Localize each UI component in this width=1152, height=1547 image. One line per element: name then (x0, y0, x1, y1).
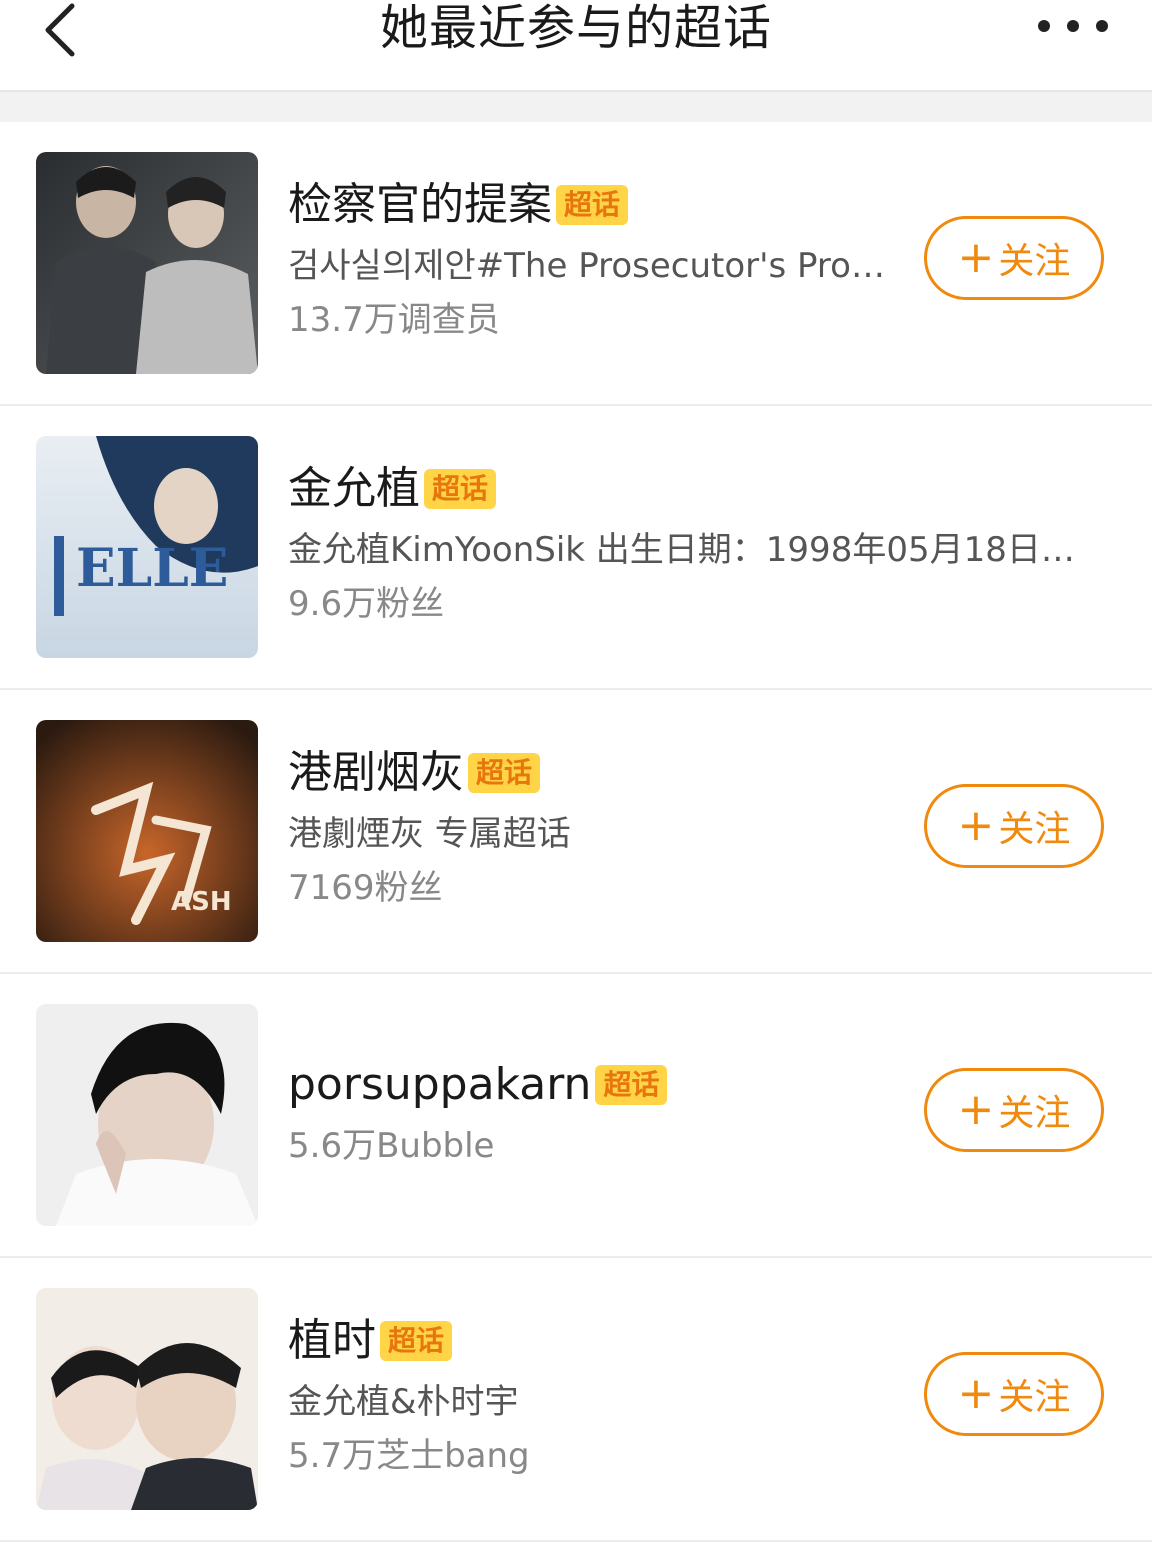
super-topic-badge: 超话 (556, 185, 629, 225)
more-horizontal-icon (1038, 20, 1050, 32)
topic-description: 金允植&朴时宇 (288, 1382, 519, 1422)
avatar-thumbnail (36, 1004, 258, 1226)
plus-icon: + (957, 1084, 995, 1135)
svg-text:ASH: ASH (171, 887, 232, 917)
page-title: 她最近参与的超话 (379, 0, 772, 56)
topic-cover-image: ELLE (36, 436, 258, 658)
member-count: 9.6万粉丝 (288, 584, 445, 624)
more-button[interactable] (1038, 14, 1108, 38)
list-item[interactable]: porsuppakarn 超话 5.6万Bubble + 关注 (0, 974, 1152, 1258)
topic-info: 植时 超话 金允植&朴时宇 5.7万芝士bang (288, 1310, 892, 1480)
topic-info: porsuppakarn 超话 5.6万Bubble (288, 1054, 892, 1170)
member-count: 7169粉丝 (288, 868, 443, 908)
svg-text:ELLE: ELLE (76, 538, 228, 599)
topic-name: 金允植 (288, 463, 420, 514)
topic-info: 金允植 超话 金允植KimYoonSik 出生日期：1998年05月18日… 9… (288, 458, 1112, 628)
follow-button[interactable]: + 关注 (924, 1068, 1104, 1152)
topic-name: 检察官的提案 (288, 179, 552, 230)
topic-name: porsuppakarn (288, 1059, 592, 1110)
topic-description: 金允植KimYoonSik 出生日期：1998年05月18日… (288, 530, 1075, 570)
super-topic-badge: 超话 (595, 1065, 668, 1105)
plus-icon: + (957, 232, 995, 283)
topic-description: 港劇煙灰 专属超话 (288, 814, 571, 854)
topic-description: 검사실의제안#The Prosecutor's Pro… (288, 246, 885, 286)
super-topic-badge: 超话 (424, 469, 497, 509)
topic-cover-image (36, 152, 258, 374)
poster-thumbnail: ELLE (36, 436, 258, 658)
follow-button[interactable]: + 关注 (924, 216, 1104, 300)
poster-thumbnail (36, 1288, 258, 1510)
poster-thumbnail (36, 152, 258, 374)
list-item[interactable]: 检察官的提案 超话 검사실의제안#The Prosecutor's Pro… 1… (0, 122, 1152, 406)
follow-button[interactable]: + 关注 (924, 784, 1104, 868)
topic-name: 港剧烟灰 (288, 747, 464, 798)
member-count: 13.7万调查员 (288, 300, 500, 340)
topic-cover-image (36, 1004, 258, 1226)
plus-icon: + (957, 800, 995, 851)
member-count: 5.7万芝士bang (288, 1436, 530, 1476)
top-navigation-bar: 她最近参与的超话 (0, 0, 1152, 92)
plus-icon: + (957, 1368, 995, 1419)
super-topic-badge: 超话 (380, 1321, 453, 1361)
topic-cover-image (36, 1288, 258, 1510)
follow-button[interactable]: + 关注 (924, 1352, 1104, 1436)
super-topic-badge: 超话 (468, 753, 541, 793)
list-item[interactable]: 植时 超话 金允植&朴时宇 5.7万芝士bang + 关注 (0, 1258, 1152, 1542)
list-item[interactable]: ASH 港剧烟灰 超话 港劇煙灰 专属超话 7169粉丝 + 关注 (0, 690, 1152, 974)
list-item[interactable]: ELLE 金允植 超话 金允植KimYoonSik 出生日期：1998年05月1… (0, 406, 1152, 690)
member-count: 5.6万Bubble (288, 1126, 495, 1166)
topic-info: 港剧烟灰 超话 港劇煙灰 专属超话 7169粉丝 (288, 742, 892, 912)
topic-cover-image: ASH (36, 720, 258, 942)
super-topic-list: 检察官的提案 超话 검사실의제안#The Prosecutor's Pro… 1… (0, 122, 1152, 1542)
section-divider (0, 92, 1152, 122)
poster-thumbnail: ASH (36, 720, 258, 942)
topic-info: 检察官的提案 超话 검사실의제안#The Prosecutor's Pro… 1… (288, 174, 892, 344)
topic-name: 植时 (288, 1315, 376, 1366)
